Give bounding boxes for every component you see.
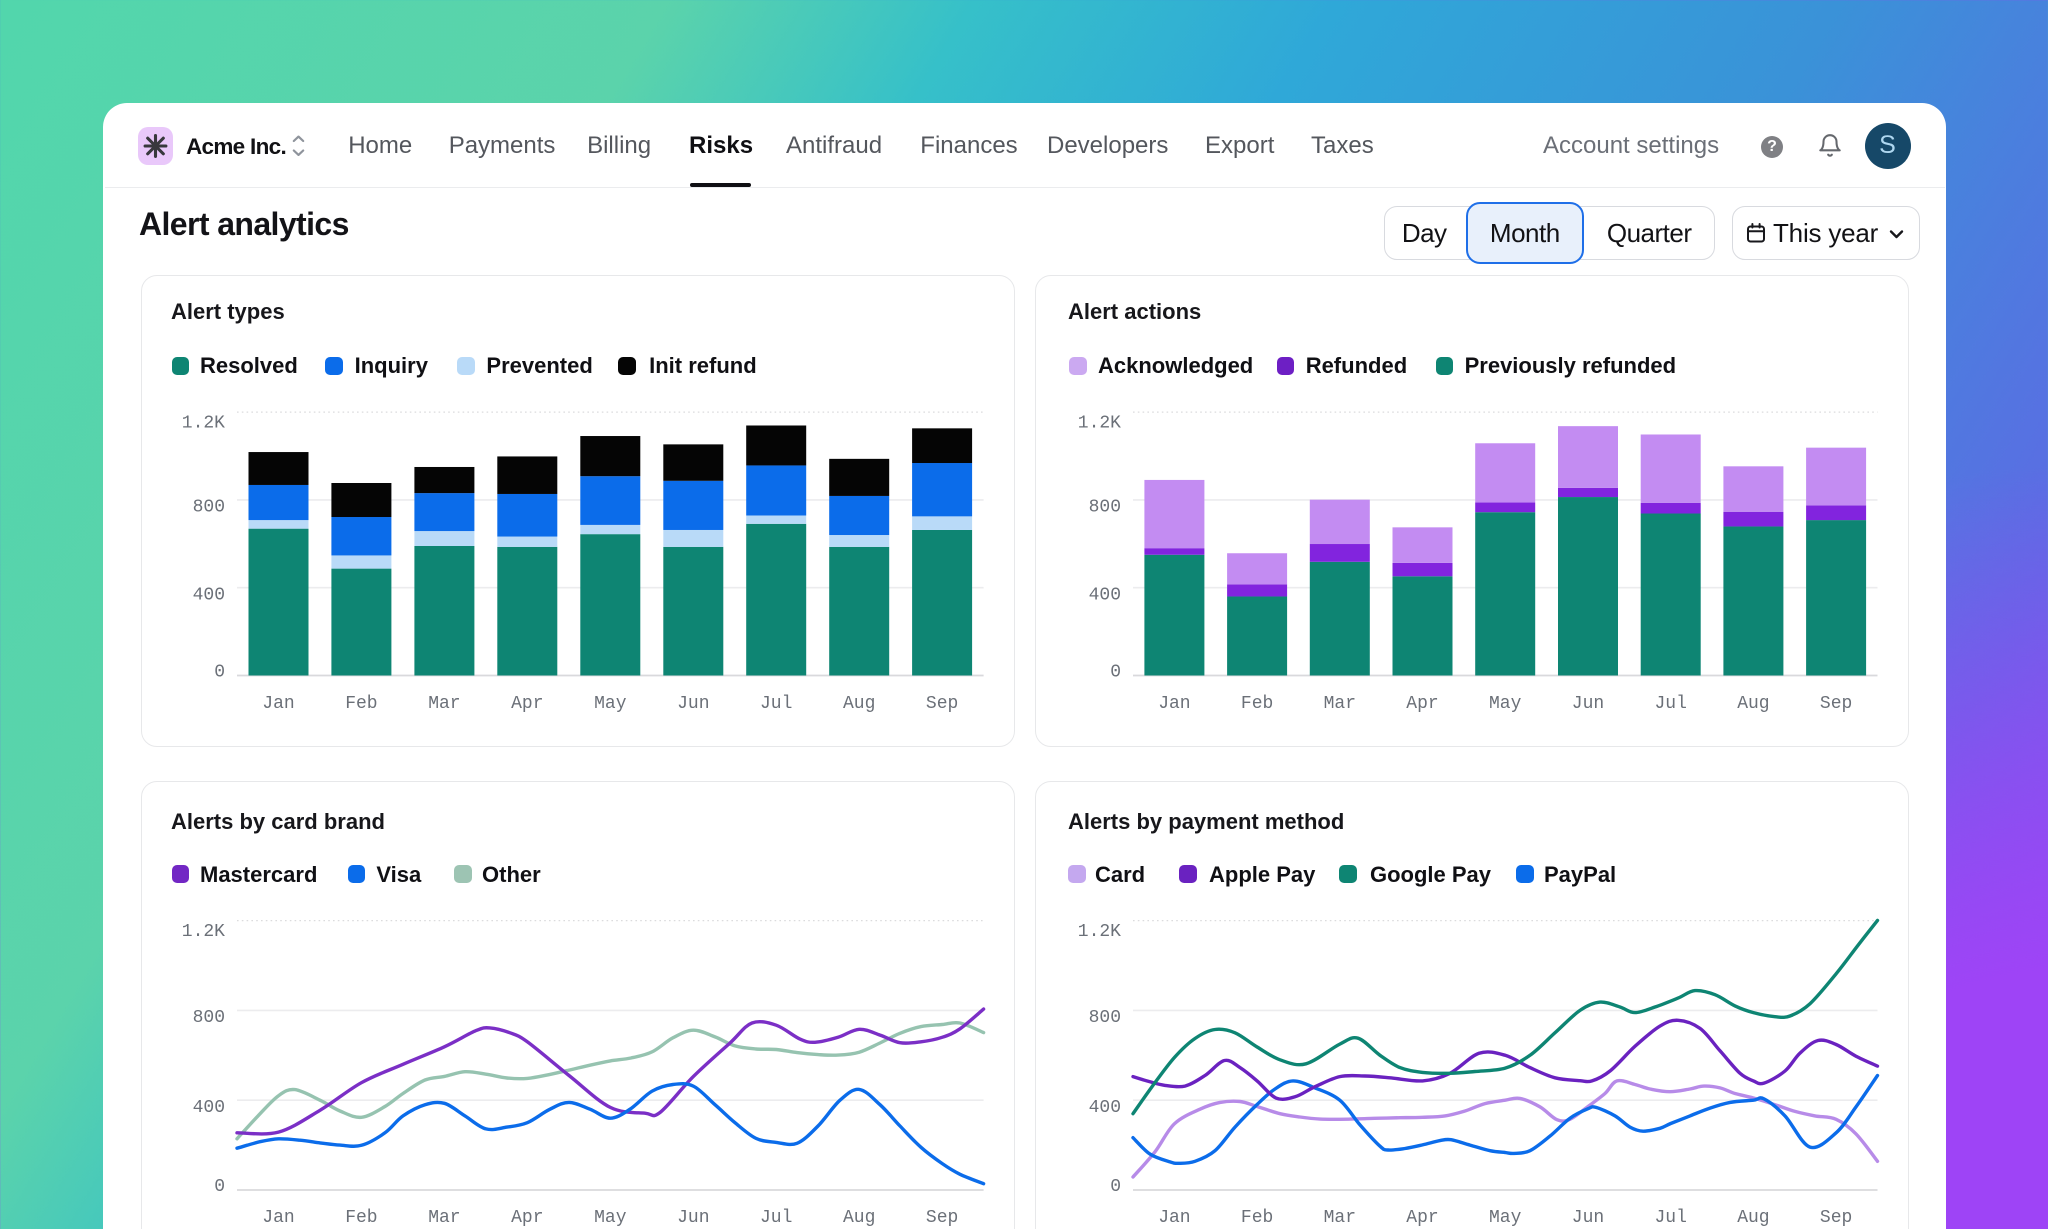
svg-text:May: May (594, 1208, 627, 1228)
svg-text:400: 400 (1089, 1098, 1121, 1118)
svg-text:Jun: Jun (677, 1208, 709, 1228)
svg-text:0: 0 (1110, 1177, 1121, 1197)
svg-text:400: 400 (193, 1098, 225, 1118)
svg-text:Jan: Jan (1158, 694, 1190, 714)
svg-text:800: 800 (193, 1008, 225, 1028)
svg-text:Jun: Jun (1572, 694, 1604, 714)
svg-text:Jun: Jun (1572, 1208, 1604, 1228)
svg-text:1.2K: 1.2K (1078, 922, 1121, 942)
svg-text:Feb: Feb (345, 694, 377, 714)
svg-text:Aug: Aug (1737, 694, 1769, 714)
svg-text:0: 0 (1110, 662, 1121, 682)
svg-text:0: 0 (214, 1177, 225, 1197)
svg-text:Mar: Mar (428, 694, 460, 714)
svg-text:Jan: Jan (1158, 1208, 1190, 1228)
svg-text:Aug: Aug (1737, 1208, 1769, 1228)
svg-text:1.2K: 1.2K (182, 922, 225, 942)
svg-text:May: May (594, 694, 627, 714)
svg-text:Jan: Jan (262, 694, 294, 714)
svg-text:400: 400 (1089, 585, 1121, 605)
svg-text:Apr: Apr (511, 1208, 543, 1228)
svg-text:Jan: Jan (262, 1208, 294, 1228)
svg-text:Mar: Mar (1324, 1208, 1356, 1228)
svg-text:Sep: Sep (1820, 1208, 1852, 1228)
svg-text:Feb: Feb (345, 1208, 377, 1228)
svg-text:Apr: Apr (1406, 694, 1438, 714)
svg-text:1.2K: 1.2K (1078, 413, 1121, 433)
svg-text:May: May (1489, 694, 1522, 714)
svg-text:Aug: Aug (843, 1208, 875, 1228)
svg-text:Sep: Sep (926, 1208, 958, 1228)
svg-text:Jul: Jul (760, 694, 792, 714)
svg-text:Mar: Mar (428, 1208, 460, 1228)
svg-text:Jun: Jun (677, 694, 709, 714)
svg-text:800: 800 (1089, 1008, 1121, 1028)
svg-text:Jul: Jul (1654, 1208, 1686, 1228)
svg-text:800: 800 (1089, 498, 1121, 518)
svg-text:Jul: Jul (760, 1208, 792, 1228)
svg-text:1.2K: 1.2K (182, 413, 225, 433)
svg-text:400: 400 (193, 585, 225, 605)
svg-text:Mar: Mar (1324, 694, 1356, 714)
svg-text:Feb: Feb (1241, 694, 1273, 714)
svg-text:0: 0 (214, 662, 225, 682)
svg-text:May: May (1489, 1208, 1522, 1228)
svg-text:Apr: Apr (511, 694, 543, 714)
svg-text:Aug: Aug (843, 694, 875, 714)
svg-text:Jul: Jul (1654, 694, 1686, 714)
svg-text:Feb: Feb (1241, 1208, 1273, 1228)
svg-text:Apr: Apr (1406, 1208, 1438, 1228)
svg-text:Sep: Sep (1820, 694, 1852, 714)
svg-text:Sep: Sep (926, 694, 958, 714)
svg-text:800: 800 (193, 498, 225, 518)
